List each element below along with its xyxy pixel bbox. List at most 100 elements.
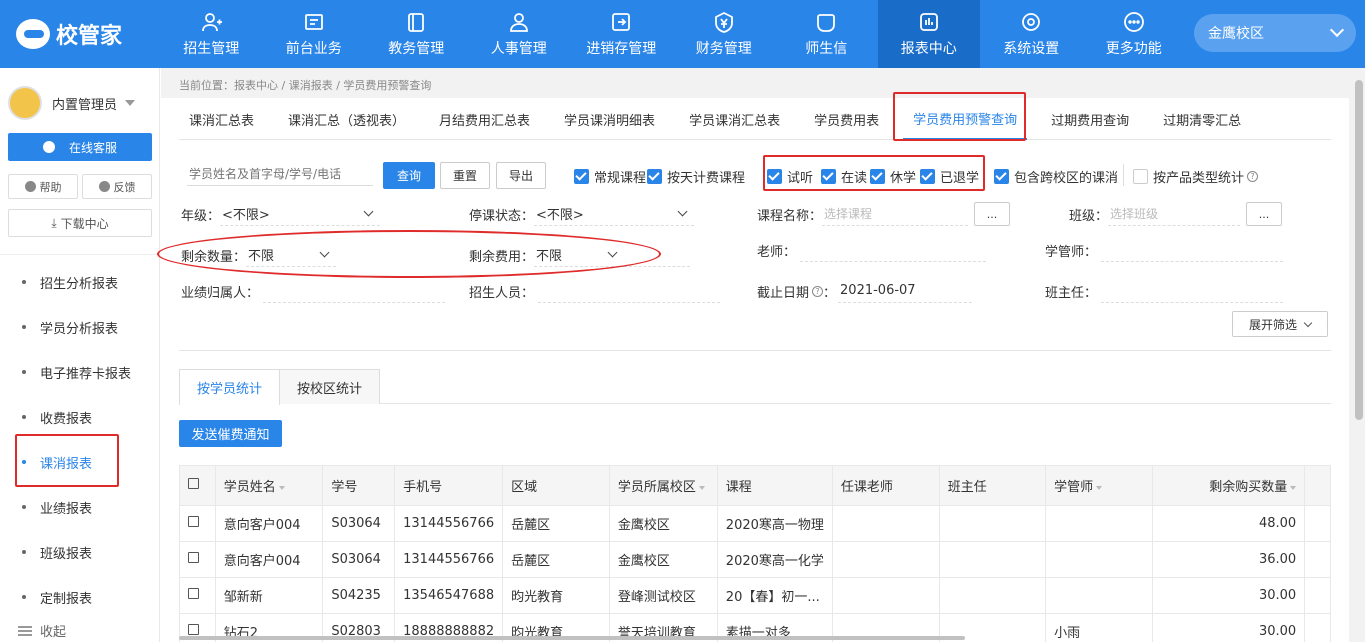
class-filter[interactable]: 班级： 选择班级 ...: [1069, 202, 1283, 226]
column-header[interactable]: 剩余购买数量: [1151, 465, 1306, 506]
main-nav: 招生管理 前台业务 教务管理 人事管理 进销存管理 财务管理 师生信 报表中心 系统设置 更多功能: [160, 0, 1185, 68]
help-icon[interactable]: ?: [812, 285, 824, 297]
row-checkbox[interactable]: [188, 552, 199, 563]
class-input[interactable]: 选择班级: [1108, 202, 1241, 226]
select-all-checkbox[interactable]: [188, 478, 199, 489]
campus-selector[interactable]: 金鹰校区: [1194, 14, 1356, 52]
export-button[interactable]: 导出: [496, 162, 546, 189]
grade-filter[interactable]: 年级： <不限>: [181, 202, 381, 226]
row-select-cell[interactable]: [179, 505, 216, 542]
send-fee-notice-button[interactable]: 发送催费通知: [179, 420, 282, 447]
row-select-cell[interactable]: [179, 541, 216, 578]
expand-filter-button[interactable]: 展开筛选: [1232, 311, 1328, 337]
tab-0[interactable]: 课消汇总表: [179, 98, 264, 140]
grade-select[interactable]: <不限>: [220, 202, 381, 226]
manager-input[interactable]: [1101, 238, 1284, 262]
table-row[interactable]: 意向客户004 S03064 13144556766 岳麓区 金鹰校区 2020寒高一物理…: [179, 505, 1331, 542]
column-header-label: 学员所属校区: [617, 480, 696, 495]
reset-button[interactable]: 重置: [440, 162, 490, 189]
horizontal-scrollbar[interactable]: [179, 636, 965, 640]
column-header[interactable]: 学员姓名: [214, 465, 324, 506]
stop-status-filter[interactable]: 停课状态： <不限>: [469, 202, 695, 226]
sort-icon[interactable]: [1290, 485, 1297, 490]
subtab-1[interactable]: 按校区统计: [279, 369, 381, 404]
column-header: 区域: [502, 465, 610, 506]
row-checkbox[interactable]: [188, 624, 199, 635]
sort-icon[interactable]: [278, 485, 285, 490]
search-input[interactable]: [187, 162, 373, 186]
nav-item-7[interactable]: 报表中心: [877, 0, 980, 68]
table-row[interactable]: 邹新新 S04235 13546547688 昀光教育 登峰测试校区 20【春】初一...…: [179, 577, 1331, 614]
nav-item-6[interactable]: 师生信: [775, 0, 878, 68]
owner-input[interactable]: [263, 279, 446, 303]
tab-8[interactable]: 过期清零汇总: [1153, 98, 1251, 140]
bullet-icon: [22, 325, 26, 329]
sidebar-item-7[interactable]: 定制报表: [0, 575, 160, 619]
stop-status-select[interactable]: <不限>: [534, 202, 695, 226]
help-icon[interactable]: ?: [1247, 171, 1259, 182]
online-service-button[interactable]: 在线客服: [8, 133, 152, 161]
nav-item-3[interactable]: 人事管理: [468, 0, 571, 68]
headteacher-filter[interactable]: 班主任：: [1045, 279, 1284, 303]
sidebar-item-3[interactable]: 收费报表: [0, 395, 160, 439]
tab-7[interactable]: 过期费用查询: [1041, 98, 1139, 140]
manager-filter[interactable]: 学管师：: [1045, 238, 1284, 262]
course-filter[interactable]: 课程名称： 选择课程 ...: [757, 202, 1011, 226]
recruiter-filter[interactable]: 招生人员：: [469, 279, 721, 303]
tab-2[interactable]: 月结费用汇总表: [429, 98, 540, 140]
collapse-sidebar-button[interactable]: 收起: [18, 621, 66, 640]
row-select-cell[interactable]: [179, 577, 216, 614]
query-button[interactable]: 查询: [383, 162, 435, 189]
sort-icon[interactable]: [698, 485, 705, 490]
nav-item-9[interactable]: 更多功能: [1083, 0, 1186, 68]
checkbox-1[interactable]: 按天计费课程: [647, 167, 745, 186]
user-menu[interactable]: 内置管理员: [8, 86, 136, 120]
sidebar-item-0[interactable]: 招生分析报表: [0, 260, 160, 304]
vertical-scrollbar[interactable]: [1353, 70, 1365, 642]
column-header[interactable]: 学员所属校区: [608, 465, 718, 506]
table-cell: 2020寒高一物理: [716, 505, 833, 542]
deadline-filter[interactable]: 截止日期 ? ： 2021-06-07: [757, 279, 973, 303]
course-picker-button[interactable]: ...: [974, 202, 1011, 226]
sidebar-item-1[interactable]: 学员分析报表: [0, 305, 160, 349]
recruiter-input[interactable]: [538, 279, 721, 303]
tab-3[interactable]: 学员课消明细表: [554, 98, 665, 140]
nav-item-1[interactable]: 前台业务: [263, 0, 366, 68]
tab-4[interactable]: 学员课消汇总表: [679, 98, 790, 140]
class-picker-button[interactable]: ...: [1246, 202, 1283, 226]
sidebar-item-6[interactable]: 班级报表: [0, 530, 160, 574]
checkbox-6[interactable]: 包含跨校区的课消: [994, 167, 1118, 186]
owner-filter[interactable]: 业绩归属人：: [181, 279, 446, 303]
headteacher-input[interactable]: [1101, 279, 1284, 303]
table-row[interactable]: 意向客户004 S03064 13144556766 岳麓区 金鹰校区 2020寒高一化学…: [179, 541, 1331, 578]
sidebar-item-5[interactable]: 业绩报表: [0, 485, 160, 529]
teacher-filter[interactable]: 老师：: [757, 238, 987, 262]
sidebar-item-2[interactable]: 电子推荐卡报表: [0, 350, 160, 394]
row-checkbox[interactable]: [188, 588, 199, 599]
tab-1[interactable]: 课消汇总（透视表）: [278, 98, 415, 140]
bullet-icon: [22, 280, 26, 284]
app-logo[interactable]: 校管家: [16, 18, 122, 50]
tab-5[interactable]: 学员费用表: [804, 98, 889, 140]
checkbox-7[interactable]: 按产品类型统计?: [1133, 167, 1259, 186]
nav-item-4[interactable]: 进销存管理: [570, 0, 673, 68]
nav-item-5[interactable]: 财务管理: [673, 0, 776, 68]
help-button[interactable]: 帮助: [8, 174, 78, 199]
download-center-button[interactable]: ⤓ 下载中心: [8, 209, 152, 237]
row-checkbox[interactable]: [188, 516, 199, 527]
headteacher-label: 班主任：: [1045, 285, 1098, 301]
select-all-cell[interactable]: [179, 465, 216, 506]
feedback-button[interactable]: 反馈: [82, 174, 152, 199]
nav-item-8[interactable]: 系统设置: [980, 0, 1083, 68]
deadline-input[interactable]: 2021-06-07: [838, 279, 973, 303]
sort-icon[interactable]: [1096, 485, 1103, 490]
scroll-thumb[interactable]: [1355, 80, 1363, 420]
chat-icon: [817, 13, 836, 32]
nav-item-0[interactable]: 招生管理: [160, 0, 263, 68]
nav-item-2[interactable]: 教务管理: [365, 0, 468, 68]
column-header[interactable]: 学管师: [1045, 465, 1153, 506]
teacher-input[interactable]: [800, 238, 987, 262]
checkbox-0[interactable]: 常规课程: [574, 167, 646, 186]
course-input[interactable]: 选择课程: [822, 202, 969, 226]
subtab-0[interactable]: 按学员统计: [179, 369, 281, 405]
